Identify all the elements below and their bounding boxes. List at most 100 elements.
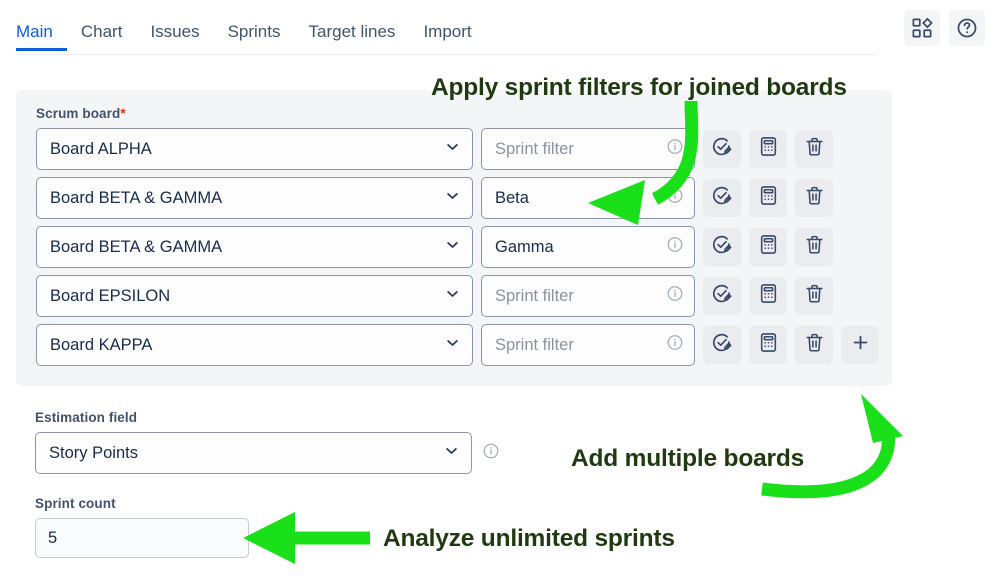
- table-row: Board ALPHA Sprint filter: [36, 128, 892, 170]
- chevron-down-icon: [445, 335, 460, 355]
- board-select-4-value: Board EPSILON: [50, 286, 171, 305]
- validate-check-edit-button-5[interactable]: [703, 326, 741, 364]
- board-select-4[interactable]: Board EPSILON: [36, 275, 473, 317]
- sprint-filter-input-5[interactable]: Sprint filter: [481, 324, 695, 366]
- validate-check-edit-button-1[interactable]: [703, 130, 741, 168]
- chevron-down-icon: [445, 139, 460, 159]
- tab-target-lines[interactable]: Target lines: [295, 22, 410, 51]
- sprint-filter-input-1-value: Sprint filter: [495, 139, 574, 158]
- board-select-2[interactable]: Board BETA & GAMMA: [36, 177, 473, 219]
- sprint-filter-input-5-value: Sprint filter: [495, 335, 574, 354]
- chevron-down-icon: [445, 188, 460, 208]
- sprint-filter-input-2-value: Beta: [495, 188, 529, 207]
- info-icon[interactable]: [666, 138, 684, 161]
- delete-button-5[interactable]: [795, 326, 833, 364]
- calculator-icon: [758, 332, 779, 358]
- estimation-field-select[interactable]: Story Points: [35, 432, 472, 474]
- info-icon[interactable]: [666, 285, 684, 308]
- table-row: Board EPSILON Sprint filter: [36, 275, 892, 317]
- info-icon[interactable]: [666, 236, 684, 259]
- board-select-2-value: Board BETA & GAMMA: [50, 188, 223, 207]
- board-select-5[interactable]: Board KAPPA: [36, 324, 473, 366]
- info-icon[interactable]: [482, 442, 500, 465]
- calculator-button-3[interactable]: [749, 228, 787, 266]
- plus-icon: [850, 332, 871, 358]
- apps-grid-button[interactable]: [904, 10, 940, 46]
- sprint-filter-input-4[interactable]: Sprint filter: [481, 275, 695, 317]
- sprint-count-label: Sprint count: [35, 496, 116, 511]
- sprint-filter-input-3[interactable]: Gamma: [481, 226, 695, 268]
- apps-grid-icon: [911, 17, 933, 39]
- board-select-1-value: Board ALPHA: [50, 139, 152, 158]
- estimation-field-row: Story Points: [35, 432, 500, 474]
- delete-button-1[interactable]: [795, 130, 833, 168]
- validate-check-edit-icon: [711, 185, 733, 212]
- estimation-field-label: Estimation field: [35, 410, 138, 425]
- annotation-add-multiple-boards: Add multiple boards: [571, 445, 805, 472]
- top-right-icon-group: [904, 10, 985, 46]
- help-button[interactable]: [949, 10, 985, 46]
- calculator-icon: [758, 283, 779, 309]
- estimation-field-block: Estimation field Story Points: [35, 410, 500, 474]
- calculator-button-4[interactable]: [749, 277, 787, 315]
- board-select-3[interactable]: Board BETA & GAMMA: [36, 226, 473, 268]
- chevron-down-icon: [445, 286, 460, 306]
- calculator-button-1[interactable]: [749, 130, 787, 168]
- tab-sprints[interactable]: Sprints: [214, 22, 295, 51]
- validate-check-edit-button-4[interactable]: [703, 277, 741, 315]
- validate-check-edit-icon: [711, 234, 733, 261]
- sprint-count-input[interactable]: 5: [35, 518, 249, 558]
- chevron-down-icon: [444, 443, 459, 463]
- sprint-filter-input-2[interactable]: Beta: [481, 177, 695, 219]
- trash-icon: [804, 185, 825, 211]
- calculator-icon: [758, 185, 779, 211]
- tab-bar-divider: [16, 54, 876, 55]
- table-row: Board BETA & GAMMA Beta: [36, 177, 892, 219]
- annotation-apply-sprint-filters: Apply sprint filters for joined boards: [431, 74, 847, 101]
- board-row-list: Board ALPHA Sprint filter Board BETA & G…: [36, 128, 892, 366]
- tab-list: Main Chart Issues Sprints Target lines I…: [16, 22, 486, 51]
- tab-import[interactable]: Import: [409, 22, 485, 51]
- table-row: Board KAPPA Sprint filter: [36, 324, 892, 366]
- sprint-filter-input-1[interactable]: Sprint filter: [481, 128, 695, 170]
- validate-check-edit-icon: [711, 332, 733, 359]
- delete-button-2[interactable]: [795, 179, 833, 217]
- board-select-5-value: Board KAPPA: [50, 335, 153, 354]
- scrum-board-label: Scrum board*: [36, 106, 892, 121]
- help-circle-icon: [956, 17, 978, 39]
- board-select-3-value: Board BETA & GAMMA: [50, 237, 223, 256]
- arrow-to-add-button: [761, 394, 903, 499]
- info-icon[interactable]: [666, 187, 684, 210]
- calculator-icon: [758, 136, 779, 162]
- delete-button-3[interactable]: [795, 228, 833, 266]
- row-action-spacer-2: [841, 179, 879, 217]
- validate-check-edit-icon: [711, 283, 733, 310]
- required-marker: *: [120, 106, 126, 121]
- tab-main[interactable]: Main: [16, 22, 67, 51]
- sprint-count-value: 5: [48, 528, 58, 547]
- delete-button-4[interactable]: [795, 277, 833, 315]
- chevron-down-icon: [445, 237, 460, 257]
- scrum-board-panel: Scrum board* Board ALPHA Sprint filter B…: [16, 90, 892, 386]
- calculator-button-5[interactable]: [749, 326, 787, 364]
- validate-check-edit-button-2[interactable]: [703, 179, 741, 217]
- trash-icon: [804, 332, 825, 358]
- scrum-board-label-text: Scrum board: [36, 106, 121, 121]
- sprint-filter-input-4-value: Sprint filter: [495, 286, 574, 305]
- validate-check-edit-icon: [711, 136, 733, 163]
- calculator-icon: [758, 234, 779, 260]
- trash-icon: [804, 283, 825, 309]
- tab-issues[interactable]: Issues: [136, 22, 213, 51]
- calculator-button-2[interactable]: [749, 179, 787, 217]
- row-action-spacer-4: [841, 277, 879, 315]
- tab-bar: Main Chart Issues Sprints Target lines I…: [0, 0, 999, 57]
- info-icon[interactable]: [666, 334, 684, 357]
- table-row: Board BETA & GAMMA Gamma: [36, 226, 892, 268]
- board-select-1[interactable]: Board ALPHA: [36, 128, 473, 170]
- row-action-spacer-1: [841, 130, 879, 168]
- trash-icon: [804, 136, 825, 162]
- validate-check-edit-button-3[interactable]: [703, 228, 741, 266]
- add-board-button[interactable]: [841, 326, 879, 364]
- annotation-analyze-unlimited-sprints: Analyze unlimited sprints: [383, 525, 675, 552]
- tab-chart[interactable]: Chart: [67, 22, 137, 51]
